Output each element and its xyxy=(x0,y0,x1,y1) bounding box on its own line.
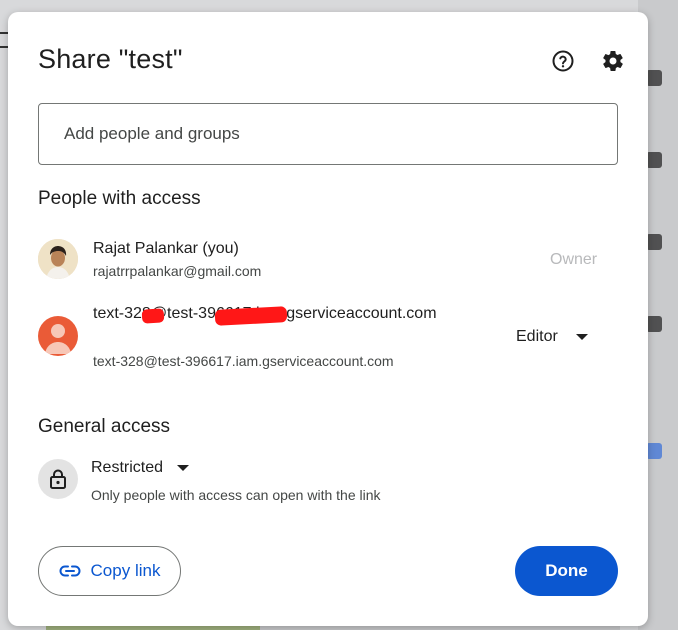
lock-icon xyxy=(50,469,66,489)
redaction-mark xyxy=(141,308,165,324)
caret-down-icon xyxy=(177,465,190,471)
role-owner-label: Owner xyxy=(550,251,598,268)
done-button[interactable]: Done xyxy=(515,546,618,596)
background-icon xyxy=(646,234,662,250)
general-access-dropdown[interactable]: Restricted xyxy=(91,459,190,477)
person-email: text-328@test-396617.iam.gserviceaccount… xyxy=(93,353,394,369)
general-access-heading: General access xyxy=(38,416,171,437)
people-with-access-heading: People with access xyxy=(38,188,201,209)
help-circle-icon xyxy=(552,50,574,72)
background-doc-icon xyxy=(646,443,662,459)
copy-link-label: Copy link xyxy=(90,561,161,580)
share-dialog: Share "test" People with access Rajat Pa… xyxy=(8,12,648,626)
background-icon xyxy=(646,316,662,332)
background-icon xyxy=(646,70,662,86)
settings-button[interactable] xyxy=(597,45,629,77)
access-level-label: Restricted xyxy=(91,459,164,476)
caret-down-icon xyxy=(575,334,588,340)
role-editor-label: Editor xyxy=(516,328,558,345)
role-dropdown[interactable]: Editor xyxy=(516,328,588,346)
avatar xyxy=(38,316,78,356)
done-label: Done xyxy=(545,561,588,580)
generic-person-icon xyxy=(45,324,71,354)
avatar xyxy=(38,239,78,279)
access-description: Only people with access can open with th… xyxy=(91,487,381,503)
person-email: rajatrrpalankar@gmail.com xyxy=(93,263,262,279)
profile-photo xyxy=(38,239,78,279)
lock-badge xyxy=(38,459,78,499)
dialog-title: Share "test" xyxy=(38,44,183,74)
copy-link-button[interactable]: Copy link xyxy=(38,546,181,596)
background-icon xyxy=(646,152,662,168)
add-people-input[interactable] xyxy=(38,103,618,165)
gear-icon xyxy=(603,50,623,72)
link-icon xyxy=(59,565,81,577)
help-button[interactable] xyxy=(547,45,579,77)
person-name: Rajat Palankar (you) xyxy=(93,240,239,257)
